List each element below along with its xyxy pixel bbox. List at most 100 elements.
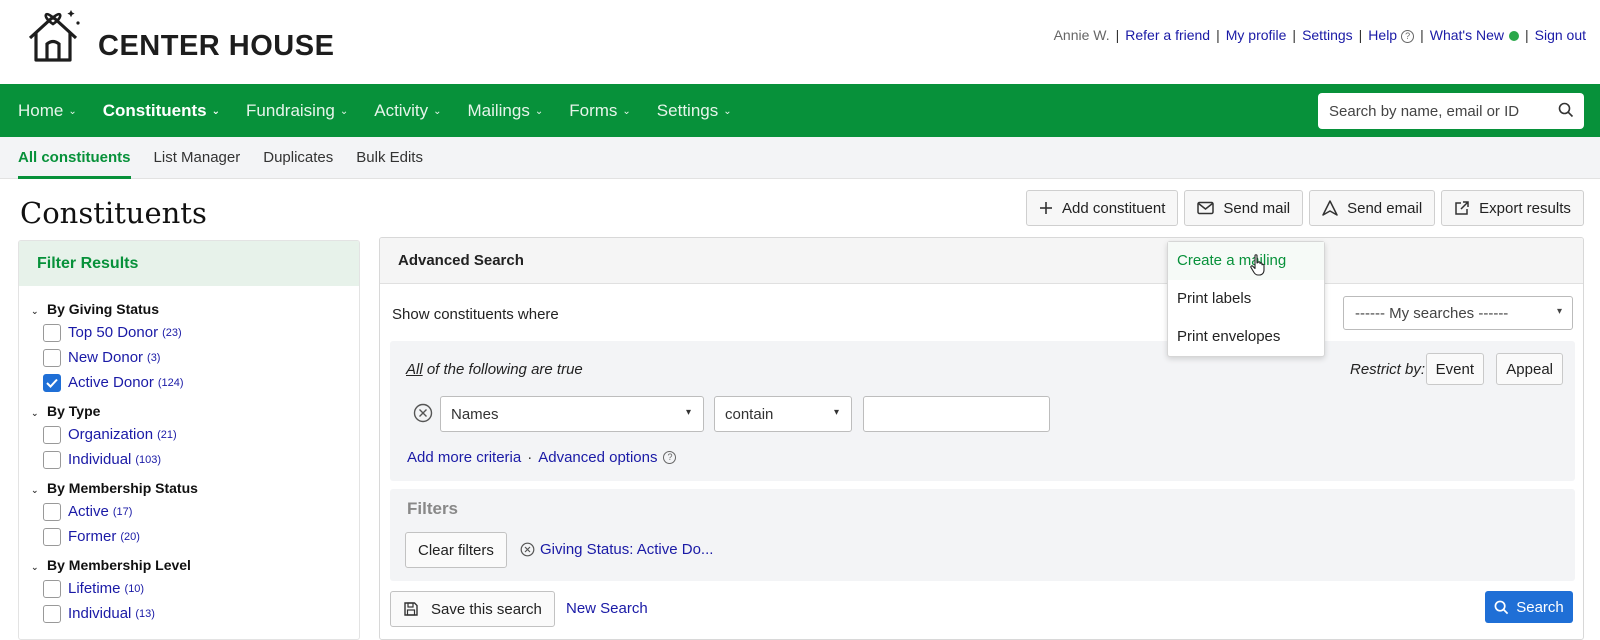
nav-activity[interactable]: Activity ⌄ xyxy=(374,101,441,121)
filter-option-label[interactable]: Lifetime xyxy=(68,580,121,597)
filter-option-label[interactable]: Individual xyxy=(68,451,131,468)
criterion-operator-value: contain xyxy=(725,405,774,423)
checkbox[interactable] xyxy=(43,604,61,623)
filter-chip-label: Giving Status: Active Do... xyxy=(540,541,714,558)
help-link[interactable]: Help? xyxy=(1368,27,1415,43)
remove-filter-icon[interactable] xyxy=(520,542,535,557)
sub-nav: All constituents List Manager Duplicates… xyxy=(0,137,1600,179)
logo[interactable] xyxy=(26,6,82,66)
tab-duplicates[interactable]: Duplicates xyxy=(263,137,333,179)
filter-group-title: By Type xyxy=(47,403,101,419)
tab-all-constituents[interactable]: All constituents xyxy=(18,137,131,179)
checkbox[interactable] xyxy=(43,579,61,598)
remove-criterion-icon[interactable] xyxy=(413,403,433,428)
saved-searches-value: ------ My searches ------ xyxy=(1355,304,1509,322)
chevron-down-icon: ⌄ xyxy=(31,562,39,572)
filter-option: Organization (21) xyxy=(31,422,359,447)
export-results-button[interactable]: Export results xyxy=(1441,190,1584,226)
action-toolbar: Add constituent Send mail Send email Exp… xyxy=(1026,190,1590,226)
match-all-toggle[interactable]: All xyxy=(406,361,423,378)
page-title: Constituents xyxy=(20,196,207,230)
menu-item-create-mailing[interactable]: Create a mailing xyxy=(1168,242,1324,280)
filter-option: Individual (13) xyxy=(31,601,359,626)
checkbox[interactable] xyxy=(43,348,61,367)
checkbox[interactable] xyxy=(43,502,61,521)
filter-group-toggle[interactable]: ⌄ By Membership Level xyxy=(31,554,359,576)
my-profile-link[interactable]: My profile xyxy=(1226,27,1287,43)
link-separator: · xyxy=(527,449,533,466)
chevron-down-icon: ⌄ xyxy=(433,105,442,117)
filter-option-count: (10) xyxy=(124,582,145,595)
saved-searches-select[interactable]: ------ My searches ------ ▾ xyxy=(1343,296,1573,330)
chevron-down-icon: ⌄ xyxy=(31,408,39,418)
help-icon[interactable]: ? xyxy=(663,451,677,464)
nav-fundraising[interactable]: Fundraising ⌄ xyxy=(246,101,348,121)
add-more-criteria-link[interactable]: Add more criteria xyxy=(407,449,521,466)
checkbox[interactable] xyxy=(43,527,61,546)
checkbox[interactable] xyxy=(43,450,61,469)
menu-item-print-envelopes[interactable]: Print envelopes xyxy=(1168,318,1324,356)
search-icon[interactable] xyxy=(1558,102,1574,123)
filter-group-type: ⌄ By Type Organization (21) Individual (103… xyxy=(19,400,359,472)
add-constituent-label: Add constituent xyxy=(1062,199,1166,217)
filter-option-count: (3) xyxy=(147,351,161,364)
restrict-event-button[interactable]: Event xyxy=(1425,353,1484,385)
help-link-label: Help xyxy=(1368,27,1398,43)
add-constituent-button[interactable]: Add constituent xyxy=(1026,190,1179,226)
nav-home-label: Home xyxy=(18,100,64,120)
filter-group-toggle[interactable]: ⌄ By Giving Status xyxy=(31,298,359,320)
checkbox[interactable] xyxy=(43,425,61,444)
criterion-value-input[interactable] xyxy=(863,396,1050,432)
menu-item-print-labels[interactable]: Print labels xyxy=(1168,280,1324,318)
send-mail-button[interactable]: Send mail xyxy=(1184,190,1304,226)
filter-option-label[interactable]: Active Donor xyxy=(68,374,154,391)
criterion-operator-select[interactable]: contain ▾ xyxy=(714,396,852,432)
envelope-icon xyxy=(1197,201,1215,215)
checkbox-checked[interactable] xyxy=(43,373,61,392)
filter-option-label[interactable]: Active xyxy=(68,503,109,520)
filter-chip[interactable]: Giving Status: Active Do... xyxy=(520,541,713,558)
filter-option-count: (103) xyxy=(135,453,162,466)
global-search-input[interactable] xyxy=(1329,102,1549,120)
save-search-button[interactable]: Save this search xyxy=(390,591,555,627)
search-button[interactable]: Search xyxy=(1485,591,1573,623)
sign-out-link[interactable]: Sign out xyxy=(1535,27,1586,43)
advanced-options-link[interactable]: Advanced options xyxy=(538,449,657,466)
filter-option-label[interactable]: Organization xyxy=(68,426,153,443)
save-search-label: Save this search xyxy=(431,600,542,618)
tab-list-manager[interactable]: List Manager xyxy=(154,137,241,179)
chevron-down-icon: ⌄ xyxy=(31,306,39,316)
tab-bulk-edits[interactable]: Bulk Edits xyxy=(356,137,423,179)
nav-settings[interactable]: Settings ⌄ xyxy=(657,101,732,121)
filter-option-count: (124) xyxy=(157,376,184,389)
new-search-link[interactable]: New Search xyxy=(566,600,648,617)
search-icon xyxy=(1494,600,1509,615)
nav-home[interactable]: Home ⌄ xyxy=(18,101,77,121)
chevron-down-icon: ⌄ xyxy=(68,105,77,117)
nav-forms[interactable]: Forms ⌄ xyxy=(569,101,631,121)
show-where-label: Show constituents where xyxy=(392,306,559,323)
clear-filters-button[interactable]: Clear filters xyxy=(405,532,507,568)
filter-option-label[interactable]: Top 50 Donor xyxy=(68,324,158,341)
whats-new-label: What's New xyxy=(1429,27,1504,43)
nav-constituents[interactable]: Constituents ⌄ xyxy=(103,101,220,121)
nav-mailings[interactable]: Mailings ⌄ xyxy=(467,101,543,121)
filter-group-toggle[interactable]: ⌄ By Type xyxy=(31,400,359,422)
send-email-button[interactable]: Send email xyxy=(1309,190,1436,226)
filter-option-label[interactable]: Former xyxy=(68,528,116,545)
whats-new-link[interactable]: What's New xyxy=(1430,27,1519,43)
filter-option-label[interactable]: Individual xyxy=(68,605,131,622)
restrict-appeal-button[interactable]: Appeal xyxy=(1496,353,1563,385)
filter-results-title: Filter Results xyxy=(19,241,359,286)
nav-activity-label: Activity xyxy=(374,100,429,120)
filter-group-toggle[interactable]: ⌄ By Membership Status xyxy=(31,477,359,499)
advanced-search-panel: Advanced Search Show constituents where … xyxy=(379,237,1584,640)
new-indicator-icon xyxy=(1508,31,1519,42)
criteria-links: Add more criteria · Advanced options ? xyxy=(407,449,677,466)
nav-forms-label: Forms xyxy=(569,100,618,120)
refer-friend-link[interactable]: Refer a friend xyxy=(1125,27,1210,43)
settings-link[interactable]: Settings xyxy=(1302,27,1353,43)
criterion-field-select[interactable]: Names ▾ xyxy=(440,396,704,432)
filter-option-label[interactable]: New Donor xyxy=(68,349,143,366)
checkbox[interactable] xyxy=(43,323,61,342)
